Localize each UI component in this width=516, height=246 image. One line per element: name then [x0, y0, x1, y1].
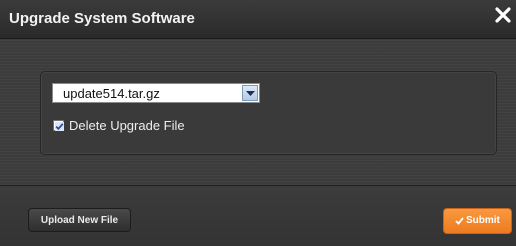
submit-label: Submit — [466, 215, 500, 226]
form-panel: update514.tar.gz Delete Upgrade File — [40, 71, 497, 155]
submit-button[interactable]: Submit — [443, 208, 512, 234]
chevron-down-icon[interactable] — [242, 85, 258, 101]
dialog-titlebar: Upgrade System Software — [0, 0, 516, 39]
dialog-footer: Upload New File Submit — [0, 186, 516, 246]
delete-upgrade-file-label: Delete Upgrade File — [69, 118, 185, 133]
upgrade-file-select-value: update514.tar.gz — [63, 86, 160, 101]
dialog-title: Upgrade System Software — [9, 10, 195, 27]
upload-new-file-button[interactable]: Upload New File — [28, 208, 131, 232]
close-icon[interactable] — [494, 4, 512, 32]
checkmark-icon — [455, 217, 464, 225]
dialog-body: update514.tar.gz Delete Upgrade File — [0, 39, 516, 186]
upgrade-dialog: Upgrade System Software update514.tar.gz — [0, 0, 516, 246]
delete-upgrade-file-checkbox[interactable] — [53, 120, 64, 131]
upgrade-file-select[interactable]: update514.tar.gz — [52, 83, 260, 103]
